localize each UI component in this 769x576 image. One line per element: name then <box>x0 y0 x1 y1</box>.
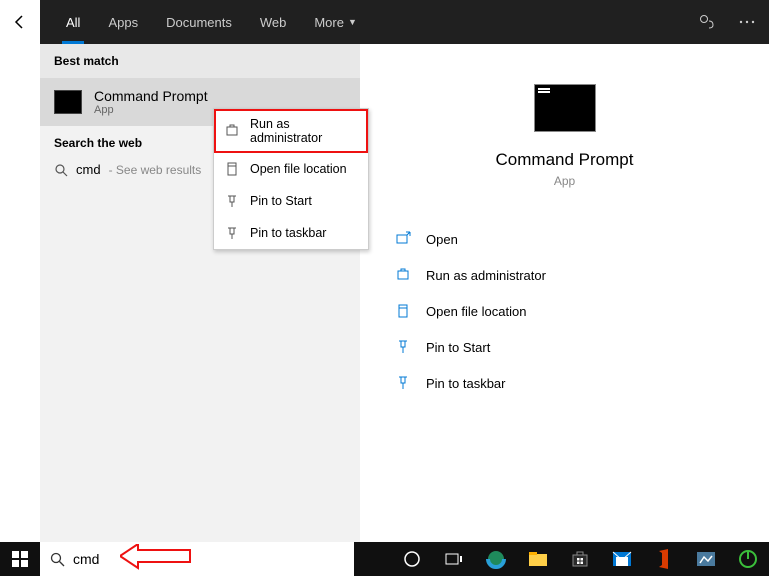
ctx-label: Pin to taskbar <box>250 226 326 240</box>
feedback-icon[interactable] <box>693 8 721 36</box>
explorer-icon[interactable] <box>517 542 559 576</box>
store-icon[interactable] <box>559 542 601 576</box>
web-term: cmd <box>76 162 101 177</box>
action-open-location[interactable]: Open file location <box>390 296 739 326</box>
search-icon <box>54 163 68 177</box>
result-subtitle: App <box>94 104 208 116</box>
folder-icon <box>394 302 412 320</box>
chevron-down-icon: ▼ <box>348 17 357 27</box>
ctx-label: Run as administrator <box>250 117 358 145</box>
back-button[interactable] <box>0 0 40 44</box>
action-open[interactable]: Open <box>390 224 739 254</box>
ctx-pin-taskbar[interactable]: Pin to taskbar <box>214 217 368 249</box>
preview-thumbnail-icon <box>534 84 596 132</box>
search-icon <box>50 552 65 567</box>
pin-start-icon <box>224 193 240 209</box>
best-match-heading: Best match <box>40 44 360 78</box>
cortana-icon[interactable] <box>391 542 433 576</box>
pin-taskbar-icon <box>394 374 412 392</box>
action-label: Run as administrator <box>426 268 546 283</box>
tab-label: More <box>314 15 344 30</box>
ctx-label: Open file location <box>250 162 347 176</box>
taskbar <box>0 542 769 576</box>
power-icon[interactable] <box>727 542 769 576</box>
ctx-run-as-admin[interactable]: Run as administrator <box>214 109 368 153</box>
ctx-open-location[interactable]: Open file location <box>214 153 368 185</box>
app-icon[interactable] <box>685 542 727 576</box>
preview-subtitle: App <box>390 174 739 188</box>
tab-label: Documents <box>166 15 232 30</box>
pin-start-icon <box>394 338 412 356</box>
taskbar-search[interactable] <box>40 542 354 576</box>
shield-icon <box>394 266 412 284</box>
action-label: Open file location <box>426 304 526 319</box>
ctx-label: Pin to Start <box>250 194 312 208</box>
open-icon <box>394 230 412 248</box>
cmd-thumbnail-icon <box>54 90 82 114</box>
more-options-icon[interactable] <box>733 8 761 36</box>
edge-icon[interactable] <box>475 542 517 576</box>
action-list: Open Run as administrator Open file loca… <box>390 224 739 398</box>
result-title: Command Prompt <box>94 88 208 104</box>
tab-apps[interactable]: Apps <box>94 0 152 44</box>
pin-taskbar-icon <box>224 225 240 241</box>
search-header: All Apps Documents Web More ▼ <box>0 0 769 44</box>
tab-documents[interactable]: Documents <box>152 0 246 44</box>
tab-web[interactable]: Web <box>246 0 301 44</box>
context-menu: Run as administrator Open file location … <box>213 108 369 250</box>
web-hint: - See web results <box>109 163 202 177</box>
filter-tabs: All Apps Documents Web More ▼ <box>40 0 371 44</box>
tab-label: Apps <box>108 15 138 30</box>
action-label: Pin to taskbar <box>426 376 506 391</box>
action-pin-start[interactable]: Pin to Start <box>390 332 739 362</box>
annotation-arrow <box>120 544 192 572</box>
tab-more[interactable]: More ▼ <box>300 0 371 44</box>
search-input[interactable] <box>73 551 344 567</box>
tab-label: All <box>66 15 80 30</box>
action-pin-taskbar[interactable]: Pin to taskbar <box>390 368 739 398</box>
preview-panel: Command Prompt App Open Run as administr… <box>360 44 769 542</box>
action-label: Pin to Start <box>426 340 490 355</box>
action-label: Open <box>426 232 458 247</box>
start-button[interactable] <box>0 542 40 576</box>
tab-label: Web <box>260 15 287 30</box>
office-icon[interactable] <box>643 542 685 576</box>
ctx-pin-start[interactable]: Pin to Start <box>214 185 368 217</box>
shield-icon <box>224 123 240 139</box>
preview-title: Command Prompt <box>390 150 739 170</box>
tab-all[interactable]: All <box>52 0 94 44</box>
mail-icon[interactable] <box>601 542 643 576</box>
action-run-as-admin[interactable]: Run as administrator <box>390 260 739 290</box>
task-view-icon[interactable] <box>433 542 475 576</box>
folder-icon <box>224 161 240 177</box>
